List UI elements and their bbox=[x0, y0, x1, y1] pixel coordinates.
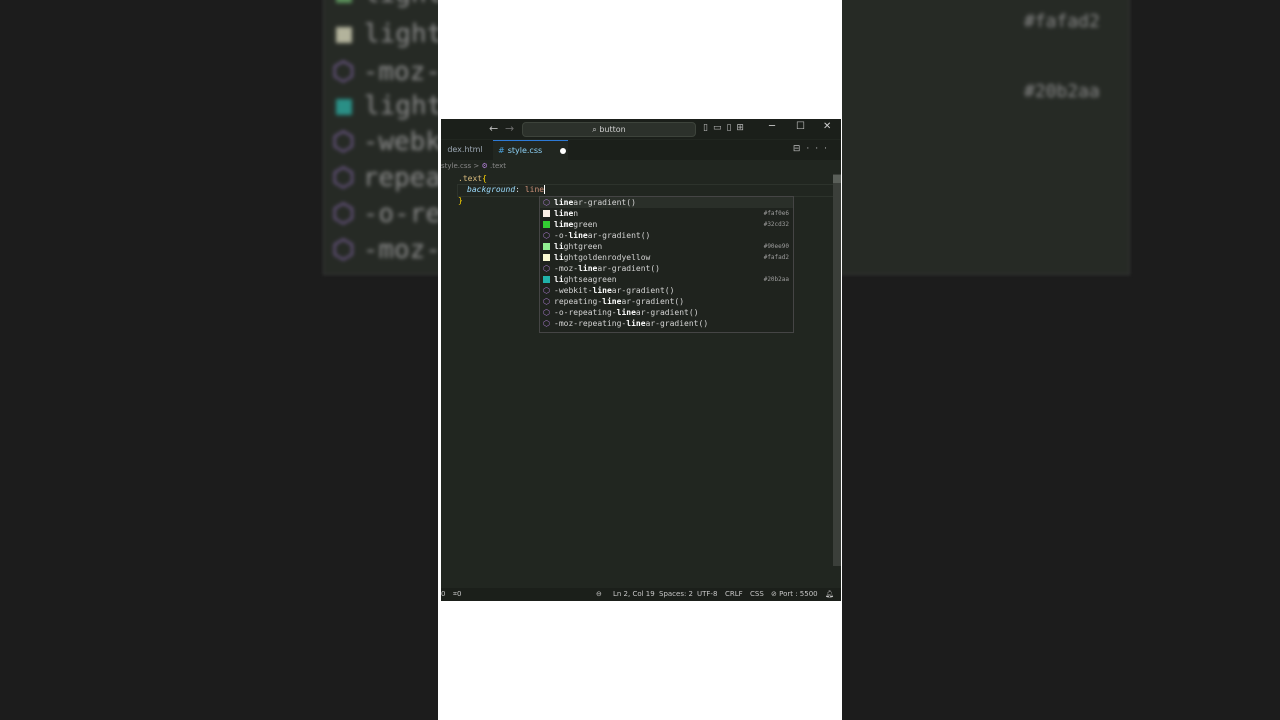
suggestion-item[interactable]: lightgreen #90ee90 bbox=[540, 241, 793, 252]
tab-bar: dex.html # style.css ⊟··· bbox=[441, 140, 841, 161]
suggestion-item[interactable]: limegreen #32cd32 bbox=[540, 219, 793, 230]
cube-icon: ⬡ bbox=[332, 57, 355, 87]
background-item: ⬡ -o-re bbox=[332, 199, 441, 229]
suggestion-item[interactable]: ⬡ -o-linear-gradient() bbox=[540, 230, 793, 241]
scrollbar-thumb[interactable] bbox=[833, 175, 841, 183]
suggestion-item[interactable]: ⬡ -webkit-linear-gradient() bbox=[540, 285, 793, 296]
breadcrumb: style.css > ⚙ .text bbox=[441, 162, 507, 170]
suggestion-item[interactable]: ⬡ -moz-linear-gradient() bbox=[540, 263, 793, 274]
cube-icon: ⬡ bbox=[332, 235, 355, 265]
status-language[interactable]: CSS bbox=[750, 588, 764, 601]
suggestion-item[interactable]: ⬡ linear-gradient() bbox=[540, 197, 793, 208]
cube-icon: ⬡ bbox=[332, 163, 355, 193]
status-eol[interactable]: CRLF bbox=[725, 588, 743, 601]
close-icon[interactable]: ✕ bbox=[823, 121, 831, 132]
status-encoding[interactable]: UTF-8 bbox=[697, 588, 717, 601]
cube-icon: ⬡ bbox=[543, 319, 550, 328]
bell-icon[interactable]: 🔔︎ bbox=[825, 588, 834, 601]
suggestion-label: -o-linear-gradient() bbox=[554, 231, 651, 240]
background-item: light bbox=[336, 19, 442, 49]
no-entry-icon: ⊘ bbox=[771, 590, 777, 598]
arrow-right-icon[interactable]: → bbox=[505, 122, 514, 136]
suggestion-detail: #20b2aa bbox=[763, 276, 789, 283]
suggestion-detail: #90ee90 bbox=[763, 243, 789, 250]
background-detail: #fafad2 bbox=[1024, 11, 1100, 32]
suggestion-label: linear-gradient() bbox=[554, 198, 636, 207]
color-swatch-icon bbox=[543, 243, 550, 250]
background-item: light bbox=[336, 91, 442, 121]
suggestion-item[interactable]: ⬡ repeating-linear-gradient() bbox=[540, 296, 793, 307]
suggestion-item[interactable]: lightseagreen #20b2aa bbox=[540, 274, 793, 285]
vscode-window: ← → ⌕ button ▯▭▯⊞ ─ ☐ ✕ dex.html # style.… bbox=[441, 119, 841, 601]
status-live-server[interactable]: ⊘ Port : 5500 bbox=[771, 588, 818, 601]
color-swatch-icon bbox=[543, 276, 550, 283]
suggestion-label: -moz-linear-gradient() bbox=[554, 264, 660, 273]
title-bar: ← → ⌕ button ▯▭▯⊞ ─ ☐ ✕ bbox=[441, 119, 841, 139]
status-spaces[interactable]: Spaces: 2 bbox=[659, 588, 693, 601]
suggestion-label: -o-repeating-linear-gradient() bbox=[554, 308, 699, 317]
cube-icon: ⬡ bbox=[543, 308, 550, 317]
suggestion-item[interactable]: ⬡ -o-repeating-linear-gradient() bbox=[540, 307, 793, 318]
search-text: button bbox=[599, 125, 626, 134]
background-item: ⬡ repea bbox=[332, 163, 441, 193]
css-file-icon: # bbox=[498, 146, 505, 155]
status-errors[interactable]: 0 bbox=[441, 588, 445, 601]
search-icon: ⌕ bbox=[592, 125, 597, 134]
minimize-icon[interactable]: ─ bbox=[769, 121, 775, 132]
status-bar: 0 ⌗0 ⊖ Ln 2, Col 19 Spaces: 2 UTF-8 CRLF… bbox=[441, 588, 841, 601]
code-line-2: background: line bbox=[467, 185, 546, 194]
zoom-icon[interactable]: ⊖ bbox=[596, 588, 602, 601]
background-item: ⬡ -moz- bbox=[332, 235, 441, 265]
cube-icon: ⬡ bbox=[543, 297, 550, 306]
suggestion-label: lightgreen bbox=[554, 242, 603, 251]
background-item: light bbox=[336, 0, 442, 9]
command-center-search[interactable]: ⌕ button bbox=[522, 122, 696, 137]
color-swatch-icon bbox=[543, 210, 550, 217]
cube-icon: ⬡ bbox=[543, 231, 550, 240]
cube-icon: ⬡ bbox=[332, 199, 355, 229]
background-item: ⬡ -webk bbox=[332, 127, 441, 157]
suggestion-item[interactable]: ⬡ -moz-repeating-linear-gradient() bbox=[540, 318, 793, 329]
code-line-3: } bbox=[458, 196, 463, 205]
status-position[interactable]: Ln 2, Col 19 bbox=[613, 588, 655, 601]
suggestion-detail: #32cd32 bbox=[763, 221, 789, 228]
tab-style-css[interactable]: # style.css bbox=[493, 140, 568, 161]
editor-actions[interactable]: ⊟··· bbox=[793, 144, 833, 154]
cube-icon: ⬡ bbox=[332, 127, 355, 157]
suggestion-label: -moz-repeating-linear-gradient() bbox=[554, 319, 709, 328]
text-cursor bbox=[544, 185, 546, 194]
suggestion-label: linen bbox=[554, 209, 579, 218]
suggestion-widget: ⬡ linear-gradient() linen #faf0e6 limegreen #… bbox=[539, 196, 794, 333]
color-swatch-icon bbox=[543, 221, 550, 228]
suggestion-detail: #fafad2 bbox=[763, 254, 789, 261]
suggestion-label: lightseagreen bbox=[554, 275, 617, 284]
arrow-left-icon[interactable]: ← bbox=[489, 122, 498, 136]
breadcrumb-symbol[interactable]: .text bbox=[490, 162, 506, 170]
suggestion-item[interactable]: linen #faf0e6 bbox=[540, 208, 793, 219]
layout-toggle-icons[interactable]: ▯▭▯⊞ bbox=[703, 123, 749, 133]
cube-icon: ⬡ bbox=[543, 264, 550, 273]
vertical-scrollbar[interactable] bbox=[833, 174, 841, 566]
status-ports[interactable]: ⌗0 bbox=[453, 588, 461, 601]
tab-index-html[interactable]: dex.html bbox=[441, 140, 489, 160]
suggestion-item[interactable]: lightgoldenrodyellow #fafad2 bbox=[540, 252, 793, 263]
phone-viewport: ← → ⌕ button ▯▭▯⊞ ─ ☐ ✕ dex.html # style.… bbox=[438, 0, 842, 720]
maximize-icon[interactable]: ☐ bbox=[796, 121, 805, 132]
suggestion-label: lightgoldenrodyellow bbox=[554, 253, 651, 262]
background-detail: #20b2aa bbox=[1024, 81, 1100, 102]
symbol-icon: ⚙ bbox=[481, 162, 488, 170]
background-item: ⬡ -moz- bbox=[332, 57, 441, 87]
suggestion-label: -webkit-linear-gradient() bbox=[554, 286, 675, 295]
suggestion-label: limegreen bbox=[554, 220, 598, 229]
cube-icon: ⬡ bbox=[543, 198, 550, 207]
cube-icon: ⬡ bbox=[543, 286, 550, 295]
suggestion-label: repeating-linear-gradient() bbox=[554, 297, 685, 306]
suggestion-detail: #faf0e6 bbox=[763, 210, 789, 217]
code-line-1: .text{ bbox=[458, 174, 487, 183]
unsaved-dot-icon[interactable] bbox=[560, 147, 567, 154]
breadcrumb-file[interactable]: style.css bbox=[441, 162, 471, 170]
color-swatch-icon bbox=[543, 254, 550, 261]
